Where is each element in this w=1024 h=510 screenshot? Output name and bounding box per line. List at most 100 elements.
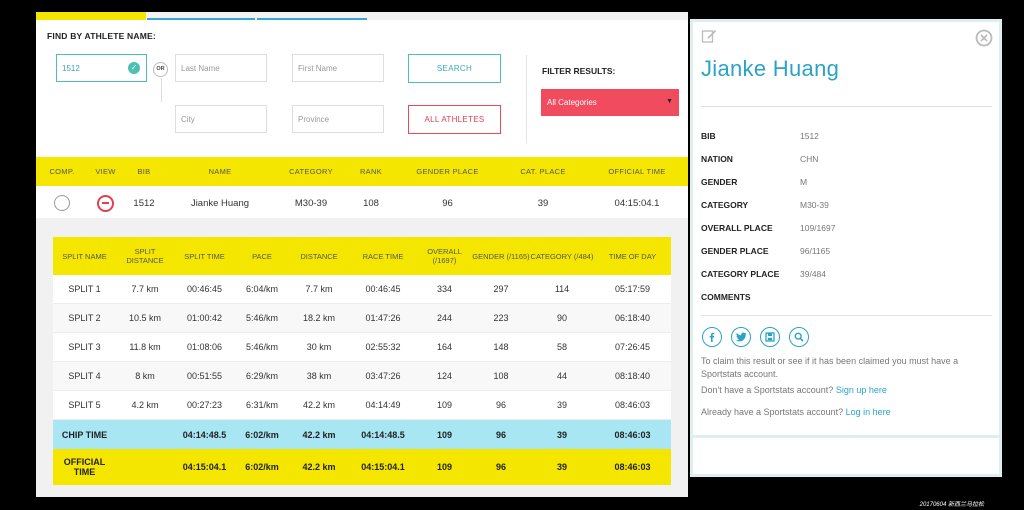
bib-input-value: 1512 [62,64,80,73]
cell-race-time: 04:14:49 [365,400,401,410]
bib-input[interactable]: 1512 ✓ [56,54,147,82]
cell-time-of-day: 08:46:03 [614,462,651,472]
search-icon[interactable] [789,327,809,347]
check-icon: ✓ [128,62,140,74]
edit-icon[interactable] [701,28,717,44]
cell-split-name: SPLIT 1 [68,284,101,294]
last-name-input[interactable]: Last Name [175,54,267,82]
cell-pace: 5:46/km [245,313,278,323]
cell-category: 39 [556,462,567,472]
cell-gender: 148 [493,342,509,352]
tab-3[interactable] [257,12,367,20]
collapse-minus-icon[interactable] [97,194,114,212]
cell-time-of-day: 08:18:40 [614,371,651,381]
cell-split-time: 00:27:23 [186,400,223,410]
cell-gender: 108 [493,371,509,381]
cell-distance: 30 km [306,342,332,352]
cell-split-name: SPLIT 2 [68,313,101,323]
col-cat-place: CAT. PLACE [520,167,566,176]
search-button[interactable]: SEARCH [408,54,501,83]
splits-header: SPLIT NAME SPLIT DISTANCE SPLIT TIME PACE DI… [53,237,671,275]
caret-down-icon: ▼ [666,98,673,105]
splits-table: SPLIT NAME SPLIT DISTANCE SPLIT TIME PACE DI… [53,237,671,485]
detail-label: CATEGORY PLACE [701,269,780,279]
cell-overall: OVERALL (/1697) [427,247,462,265]
cell-gender: 96 [495,400,506,410]
cell-split-distance: 11.8 km [129,342,161,352]
col-name: NAME [208,167,232,176]
close-icon[interactable] [975,29,993,47]
find-athlete-label: FIND BY ATHLETE NAME: [47,31,156,41]
tab-active[interactable] [36,12,146,20]
name-divider [701,106,992,107]
or-divider [161,78,162,102]
cell-split-distance: 7.7 km [131,284,159,294]
no-account-text: Don't have a Sportstats account? [701,385,834,395]
all-athletes-button[interactable]: ALL ATHLETES [408,105,501,134]
cell-distance: 42.2 km [302,429,336,440]
split-row: SPLIT 2 10.5 km 01:00:42 5:46/km 18.2 km 01:4… [53,304,671,333]
cell-split-time: 04:15:04.1 [182,462,227,472]
log-in-link[interactable]: Log in here [846,407,891,417]
cell-time-of-day: 05:17:59 [614,284,651,294]
athlete-name-link[interactable]: Jianke Huang [165,188,275,218]
cell-overall: 334 [436,284,453,294]
split-row: SPLIT 5 4.2 km 00:27:23 6:31/km 42.2 km 04:14… [53,391,671,420]
cell-split-time: 00:46:45 [186,284,223,294]
claim-text: To claim this result or see if it has be… [701,356,959,379]
sign-up-link[interactable]: Sign up here [836,385,887,395]
profile-footer-box [690,435,1002,477]
result-row[interactable]: 1512 Jianke Huang M30-39 108 96 39 04:15… [36,188,688,218]
cell-split-distance: SPLIT DISTANCE [126,247,164,265]
cell-split-name: CHIP TIME [61,429,108,440]
col-rank: RANK [359,167,383,176]
category-select-value: All Categories [547,98,597,107]
log-in-note: Already have a Sportstats account? Log i… [701,406,993,419]
detail-label: COMMENTS [701,292,751,302]
split-row: SPLIT 3 11.8 km 01:08:06 5:46/km 30 km 02:55:… [53,333,671,362]
category-select[interactable]: All Categories ▼ [541,89,679,116]
col-bib: BIB [137,167,151,176]
cell-pace: PACE [252,251,272,261]
detail-label: CATEGORY [701,200,749,210]
official-time-row: OFFICIAL TIME 04:15:04.1 6:02/km 42.2 km 04:… [53,449,671,485]
split-row: SPLIT 1 7.7 km 00:46:45 6:04/km 7.7 km 00:46:… [53,275,671,304]
save-icon[interactable] [760,327,780,347]
cell-distance: 42.2 km [302,462,336,472]
first-name-input[interactable]: First Name [292,54,384,82]
facebook-icon[interactable] [702,327,722,347]
cell-distance: DISTANCE [300,251,338,261]
cell-gender: 96 [495,462,506,472]
cell-gender: 297 [493,284,509,294]
cell-pace: 6:31/km [245,400,278,410]
results-header: COMP. VIEW BIB NAME CATEGORY RANK GENDER… [36,157,688,186]
cell-distance: 42.2 km [302,400,335,410]
compare-radio[interactable] [54,195,70,211]
cell-time-of-day: TIME OF DAY [608,251,657,261]
cell-gender: 223 [493,313,509,323]
cell-race-time: RACE TIME [362,251,404,261]
cell-split-distance: 8 km [135,371,155,381]
col-comp: COMP. [49,167,75,176]
detail-value: M [800,177,808,187]
city-input[interactable]: City [175,105,267,133]
cell-overall: 244 [436,313,453,323]
detail-label: OVERALL PLACE [701,223,773,233]
twitter-icon[interactable] [731,327,751,347]
filter-divider [526,55,527,143]
tab-2[interactable] [147,12,255,20]
cell-split-name: SPLIT 4 [68,371,101,381]
cell-category: 58 [556,342,567,352]
details-divider [701,315,992,316]
cell-split-distance [116,449,174,485]
cell-pace: 6:02/km [245,462,279,472]
cell-category: 44 [556,371,567,381]
results-panel: FIND BY ATHLETE NAME: 1512 ✓ OR Last Nam… [36,12,688,497]
filter-results-label: FILTER RESULTS: [542,66,616,76]
detail-value: 109/1697 [800,223,836,233]
detail-label: NATION [701,154,733,164]
province-input[interactable]: Province [292,105,384,133]
detail-value: 39/484 [800,269,826,279]
cell-gender: 96 [495,429,506,440]
cell-overall: 124 [436,371,453,381]
